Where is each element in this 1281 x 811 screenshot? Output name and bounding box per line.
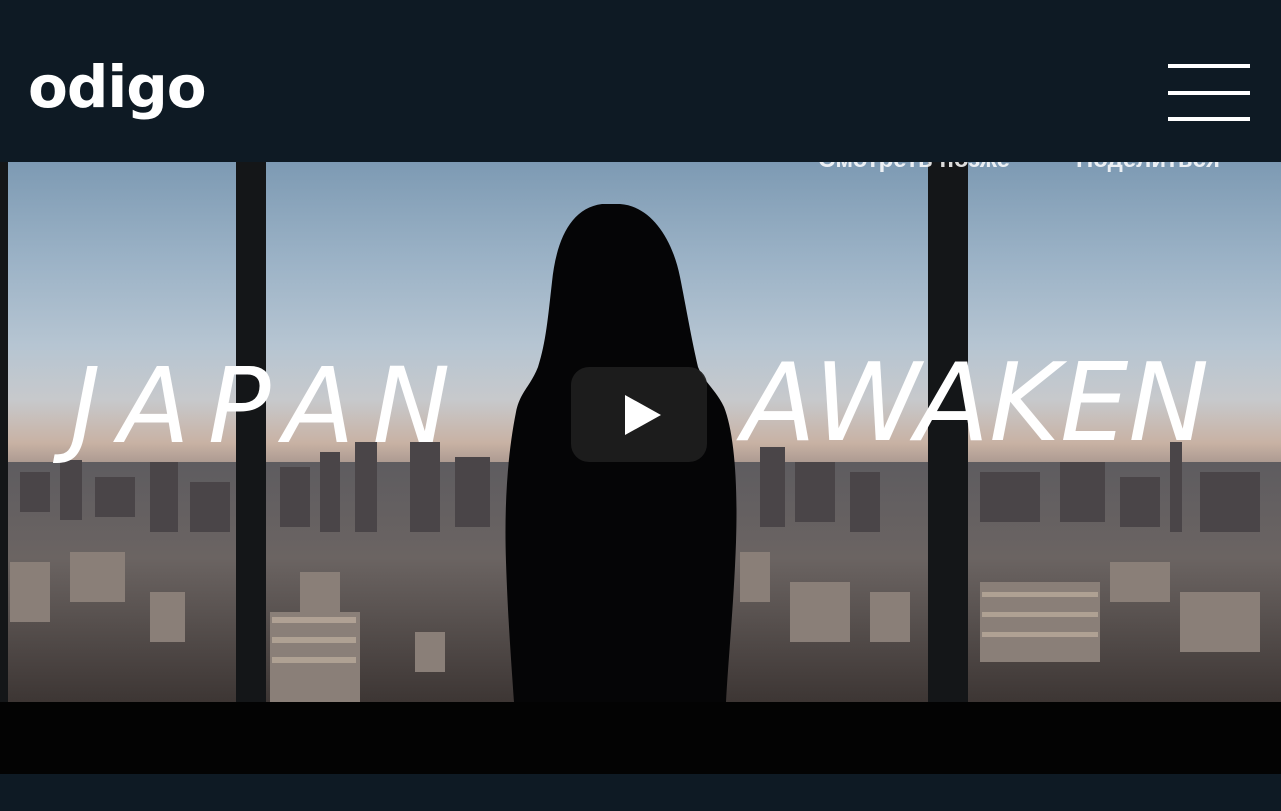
menu-bar-top <box>1168 64 1250 68</box>
window-frame-left <box>0 162 8 702</box>
watch-later-button[interactable]: Смотреть позже <box>818 162 1010 172</box>
page: odigo JAPAN AWAKEN <box>0 0 1281 811</box>
menu-bar-bottom <box>1168 117 1250 121</box>
site-header: odigo <box>0 0 1281 162</box>
play-icon <box>625 395 661 435</box>
play-button[interactable] <box>571 367 707 462</box>
video-top-actions: Смотреть позже Поделиться <box>0 162 1281 172</box>
share-button[interactable]: Поделиться <box>1076 162 1220 172</box>
page-footer-strip <box>0 774 1281 811</box>
video-title-left: JAPAN <box>70 345 469 467</box>
video-letterbox-bottom <box>0 702 1281 774</box>
hamburger-menu-button[interactable] <box>1168 64 1250 124</box>
video-player[interactable]: Смотреть позже Поделиться JAPAN AWAKEN <box>0 162 1281 774</box>
menu-bar-middle <box>1168 91 1250 95</box>
odigo-logo[interactable]: odigo <box>28 52 207 122</box>
video-title-right: AWAKEN <box>742 341 1210 466</box>
